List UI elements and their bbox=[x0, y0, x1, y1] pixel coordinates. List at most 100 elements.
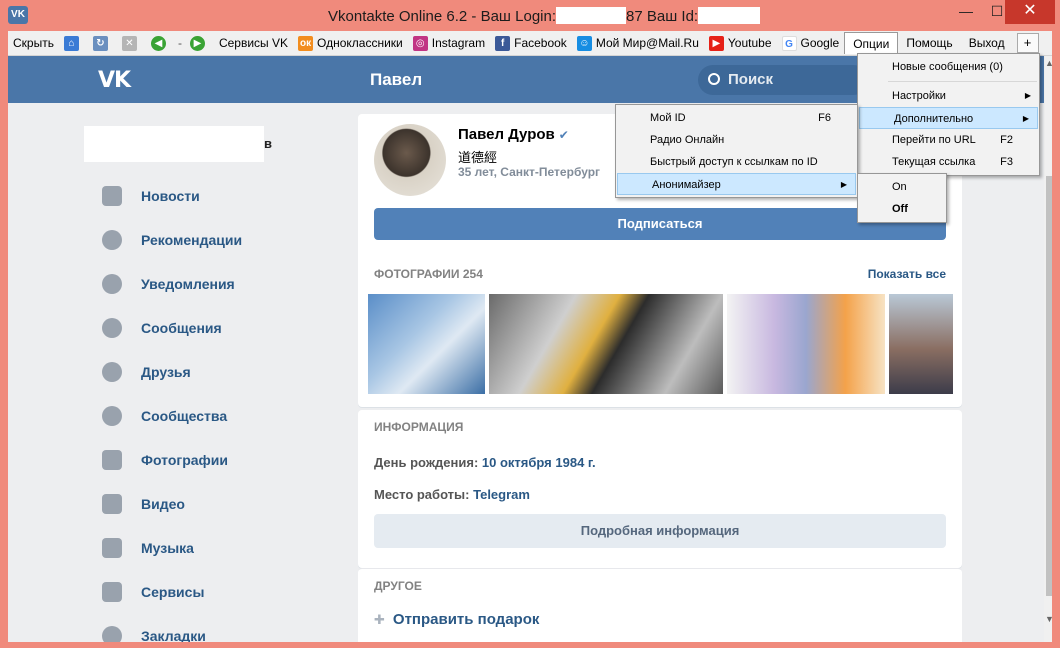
home-button[interactable]: ⌂ bbox=[59, 32, 88, 54]
menu-label: Перейти по URL bbox=[892, 134, 976, 146]
refresh-button[interactable]: ↻ bbox=[88, 32, 117, 54]
window-title-text: Vkontakte Online 6.2 - Ваш Login: bbox=[328, 8, 557, 25]
nav-communities[interactable]: Сообщества bbox=[102, 404, 227, 428]
avatar[interactable] bbox=[374, 124, 446, 196]
nav-photos[interactable]: Фотографии bbox=[102, 448, 228, 472]
facebook-icon: f bbox=[495, 35, 511, 51]
nav-messages[interactable]: Сообщения bbox=[102, 316, 222, 340]
youtube-icon: ▶ bbox=[708, 35, 724, 51]
google-icon: G bbox=[781, 35, 797, 51]
forward-button[interactable]: ▶ bbox=[185, 32, 214, 54]
bookmark-label: Google bbox=[800, 36, 840, 50]
nav-label: Друзья bbox=[141, 364, 191, 380]
search-placeholder: Поиск bbox=[728, 71, 774, 88]
bookmark-label: Одноклассники bbox=[317, 36, 403, 50]
scroll-thumb[interactable] bbox=[1046, 176, 1052, 596]
menu-shortcut: F2 bbox=[1000, 134, 1013, 146]
menu-label: Новые сообщения (0) bbox=[892, 61, 1003, 73]
menu-label: Off bbox=[892, 203, 908, 215]
anonymizer-submenu: On Off bbox=[857, 173, 947, 223]
photos-heading[interactable]: ФОТОГРАФИИ 254 bbox=[374, 267, 483, 281]
menu-label: Мой ID bbox=[650, 112, 686, 124]
photo-thumbnail[interactable] bbox=[489, 294, 723, 394]
details-button[interactable]: Подробная информация bbox=[374, 514, 946, 548]
nav-label: Сообщения bbox=[141, 320, 222, 336]
search-icon bbox=[708, 73, 720, 85]
menu-options[interactable]: Опции bbox=[844, 32, 899, 54]
header-title: Павел bbox=[370, 70, 423, 89]
grid-icon bbox=[102, 582, 122, 602]
back-button[interactable]: ◀ bbox=[146, 32, 175, 54]
bookmark-youtube[interactable]: ▶ Youtube bbox=[704, 32, 777, 54]
advanced-submenu: Мой ID F6 Радио Онлайн Быстрый доступ к с… bbox=[615, 104, 858, 198]
bookmark-odnoklassniki[interactable]: ок Одноклассники bbox=[293, 32, 408, 54]
search-input[interactable]: Поиск bbox=[698, 65, 868, 95]
menu-new-messages[interactable]: Новые сообщения (0) bbox=[858, 56, 1039, 78]
nav-friends[interactable]: Друзья bbox=[102, 360, 191, 384]
menu-help[interactable]: Помощь bbox=[898, 32, 960, 54]
scroll-down-icon[interactable]: ▼ bbox=[1045, 614, 1052, 624]
menu-my-id[interactable]: Мой ID F6 bbox=[616, 107, 857, 129]
menu-separator bbox=[888, 81, 1037, 82]
bookmark-label: Instagram bbox=[431, 36, 486, 50]
add-tab-button[interactable]: + bbox=[1016, 33, 1039, 53]
user-icon bbox=[102, 362, 122, 382]
hide-button[interactable]: Скрыть bbox=[8, 32, 59, 54]
photo-strip bbox=[368, 294, 953, 394]
menu-goto-url[interactable]: Перейти по URL F2 bbox=[858, 129, 1039, 151]
submenu-arrow-icon: ▶ bbox=[1022, 114, 1029, 123]
nav-video[interactable]: Видео bbox=[102, 492, 185, 516]
menu-anon-off[interactable]: Off bbox=[858, 198, 946, 220]
nav-recommendations[interactable]: Рекомендации bbox=[102, 228, 242, 252]
user-name-fragment: в bbox=[264, 136, 272, 151]
menu-advanced[interactable]: Дополнительно ▶ bbox=[859, 107, 1038, 129]
vk-logo-icon[interactable]: VK bbox=[98, 68, 131, 93]
window-id-label: Ваш Id: bbox=[646, 8, 699, 25]
window-title: Vkontakte Online 6.2 - Ваш Login: 87 Ваш … bbox=[328, 7, 761, 25]
hide-label: Скрыть bbox=[13, 36, 54, 50]
info-heading: ИНФОРМАЦИЯ bbox=[374, 420, 464, 434]
star-icon bbox=[102, 626, 122, 642]
work-value[interactable]: Telegram bbox=[473, 487, 530, 502]
bookmark-google[interactable]: G Google bbox=[777, 32, 845, 54]
nav-label: Сообщества bbox=[141, 408, 228, 424]
nav-news[interactable]: Новости bbox=[102, 184, 200, 208]
menu-current-link[interactable]: Текущая ссылка F3 bbox=[858, 151, 1039, 173]
other-card: ДРУГОЕ ✚ Отправить подарок bbox=[358, 568, 962, 642]
close-button[interactable]: ✕ bbox=[1005, 0, 1055, 24]
gift-label: Отправить подарок bbox=[392, 611, 540, 628]
menu-anonymizer[interactable]: Анонимайзер ▶ bbox=[617, 173, 856, 195]
menu-radio[interactable]: Радио Онлайн bbox=[616, 129, 857, 151]
show-all-link[interactable]: Показать все bbox=[868, 267, 946, 281]
nav-notifications[interactable]: Уведомления bbox=[102, 272, 235, 296]
bookmark-facebook[interactable]: f Facebook bbox=[490, 32, 572, 54]
nav-music[interactable]: Музыка bbox=[102, 536, 194, 560]
menu-quick-access[interactable]: Быстрый доступ к ссылкам по ID bbox=[616, 151, 857, 173]
menu-label: Радио Онлайн bbox=[650, 134, 725, 146]
stop-button[interactable]: ✕ bbox=[117, 32, 146, 54]
photo-thumbnail[interactable] bbox=[889, 294, 953, 394]
menu-label: Дополнительно bbox=[894, 113, 974, 125]
minimize-button[interactable]: — bbox=[952, 0, 980, 24]
bookmark-mailru[interactable]: ☺ Мой Мир@Mail.Ru bbox=[572, 32, 704, 54]
stop-icon: ✕ bbox=[121, 35, 137, 51]
nav-services[interactable]: Сервисы bbox=[102, 580, 204, 604]
message-icon bbox=[102, 318, 122, 338]
scroll-up-icon[interactable]: ▲ bbox=[1045, 58, 1052, 68]
menu-exit[interactable]: Выход bbox=[961, 32, 1013, 54]
menu-anon-on[interactable]: On bbox=[858, 176, 946, 198]
photo-thumbnail[interactable] bbox=[727, 294, 885, 394]
submenu-arrow-icon: ▶ bbox=[840, 180, 847, 189]
menu-label: Текущая ссылка bbox=[892, 156, 976, 168]
send-gift-link[interactable]: ✚ Отправить подарок bbox=[374, 611, 539, 628]
back-arrow-icon: ◀ bbox=[150, 35, 166, 51]
nav-bookmarks[interactable]: Закладки bbox=[102, 624, 206, 642]
menu-settings[interactable]: Настройки ▶ bbox=[858, 85, 1039, 107]
birthday-value[interactable]: 10 октября 1984 г. bbox=[482, 455, 596, 470]
vk-services-label: Сервисы VK bbox=[218, 36, 289, 50]
photo-thumbnail[interactable] bbox=[368, 294, 485, 394]
vk-services-button[interactable]: Сервисы VK bbox=[214, 32, 293, 54]
nav-label: Новости bbox=[141, 188, 200, 204]
bookmark-instagram[interactable]: ◎ Instagram bbox=[408, 32, 490, 54]
info-card: ИНФОРМАЦИЯ День рождения: 10 октября 198… bbox=[358, 410, 962, 568]
